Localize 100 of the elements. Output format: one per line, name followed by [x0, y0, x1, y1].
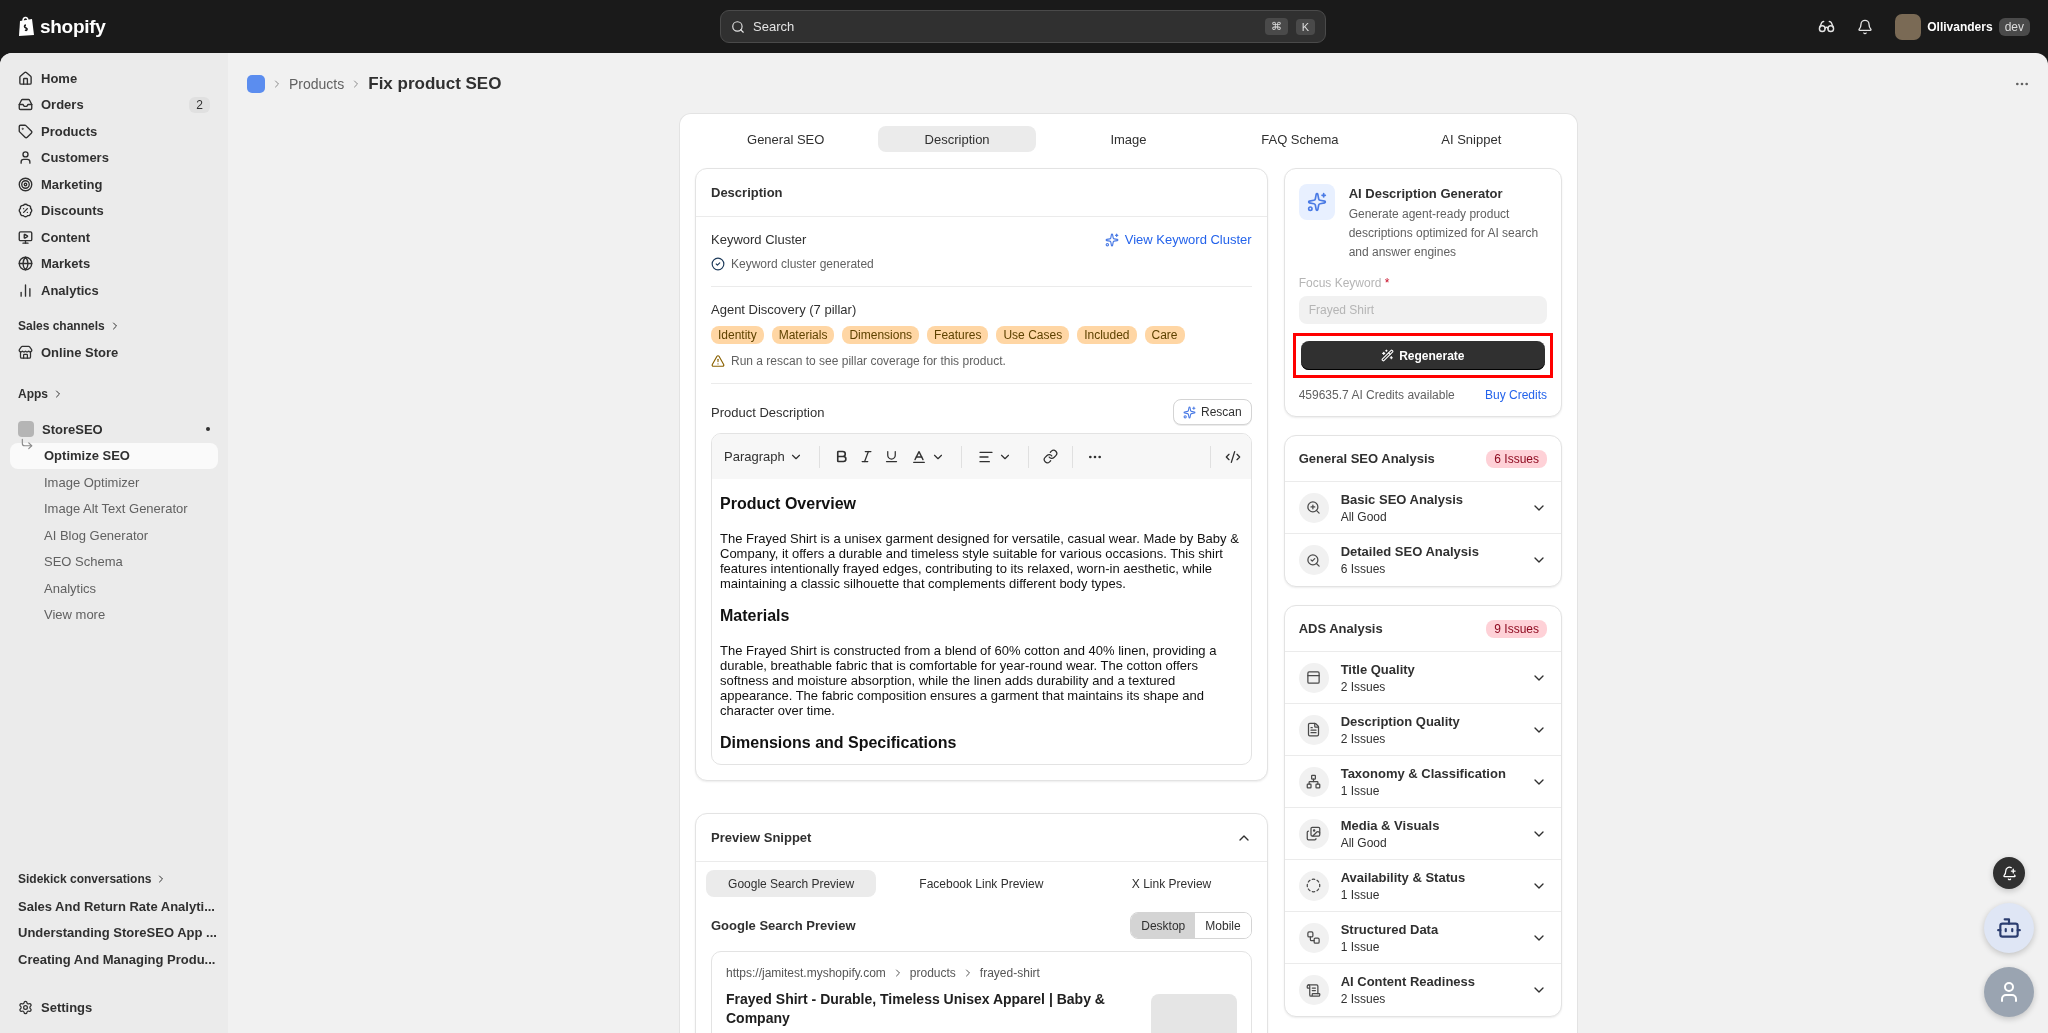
url-text: frayed-shirt — [979, 966, 1040, 980]
analysis-row[interactable]: AI Content Readiness 2 Issues — [1284, 964, 1561, 1016]
section-label: Keyword Cluster — [711, 232, 807, 247]
notification-button[interactable] — [1993, 857, 2025, 889]
tab[interactable]: Image — [1049, 126, 1208, 152]
analysis-status: 2 Issues — [1340, 679, 1387, 694]
analysis-status: 2 Issues — [1340, 731, 1387, 746]
analysis-icon — [1298, 870, 1329, 901]
buy-credits-link[interactable]: Buy Credits — [1484, 388, 1547, 402]
nav-icon — [18, 203, 33, 219]
shortcut-key: ⌘ — [1264, 18, 1288, 35]
analysis-title: AI Content Readiness — [1340, 974, 1476, 989]
analysis-row[interactable]: Taxonomy & Classification 1 Issue — [1284, 756, 1561, 808]
conversation-item[interactable]: Understanding StoreSEO App ... — [10, 919, 218, 946]
sidebar-item[interactable]: Home — [10, 65, 218, 92]
sidebar-subitem[interactable]: Image Optimizer — [10, 469, 218, 496]
credits-text: 459635.7 AI Credits available — [1298, 388, 1455, 402]
sidebar-subitem[interactable]: View more — [10, 601, 218, 628]
sidebar-item[interactable]: StoreSEO — [10, 416, 218, 443]
card-title: Preview Snippet — [711, 830, 812, 845]
preview-tab[interactable]: Facebook Link Preview — [896, 870, 1067, 897]
link-icon[interactable] — [1042, 449, 1058, 464]
pillar-tag: Identity — [711, 326, 764, 344]
analysis-status: 1 Issue — [1340, 783, 1381, 798]
store-avatar[interactable] — [1895, 13, 1922, 40]
section-heading[interactable]: Sales channels — [10, 311, 218, 340]
format-dropdown[interactable]: Paragraph — [722, 443, 805, 470]
italic-icon[interactable] — [858, 449, 874, 464]
section-label: Agent Discovery (7 pillar) — [711, 302, 857, 317]
content-heading: Materials — [720, 607, 791, 625]
content-heading: Dimensions and Specifications — [720, 734, 958, 752]
issues-badge: 9 Issues — [1486, 619, 1547, 638]
analysis-row[interactable]: Detailed SEO Analysis 6 Issues — [1284, 534, 1561, 586]
pillar-tag: Features — [927, 326, 989, 344]
code-icon[interactable] — [1224, 448, 1241, 465]
sidebar-item[interactable]: Marketing — [10, 171, 218, 198]
breadcrumb-link[interactable]: Products — [289, 76, 345, 92]
warning-text: Run a rescan to see pillar coverage for this product. — [731, 354, 1006, 368]
nav-icon — [18, 150, 33, 166]
regenerate-button[interactable]: Regenerate — [1300, 341, 1545, 370]
analysis-title: Basic SEO Analysis — [1340, 491, 1464, 507]
sidebar-subitem[interactable]: SEO Schema — [10, 548, 218, 575]
status-text: Keyword cluster generated — [731, 257, 874, 271]
analysis-row[interactable]: Media & Visuals All Good — [1284, 808, 1561, 860]
tab[interactable]: Description — [878, 126, 1036, 152]
pillar-tag: Care — [1144, 326, 1185, 344]
sidebar-item[interactable]: Markets — [10, 250, 218, 277]
nav-icon — [18, 97, 33, 113]
notifications-icon[interactable] — [1857, 18, 1874, 35]
pillar-tag: Dimensions — [842, 326, 920, 344]
sidebar-item[interactable]: Online Store — [10, 339, 218, 366]
section-heading[interactable]: Apps — [10, 380, 218, 408]
tab[interactable]: FAQ Schema — [1221, 126, 1379, 152]
preview-tab[interactable]: X Link Preview — [1086, 870, 1257, 897]
preview-tab[interactable]: Google Search Preview — [706, 870, 877, 897]
field-label: Focus Keyword * — [1297, 275, 1391, 292]
result-title: Frayed Shirt - Durable, Timeless Unisex Apparel | Baby & Company — [726, 990, 1106, 1028]
tab[interactable]: AI Snippet — [1392, 126, 1550, 152]
section-heading[interactable]: Sidekick conversations — [10, 865, 218, 893]
page-title: Fix product SEO — [368, 74, 502, 94]
section-label: Product Description — [711, 404, 825, 420]
sidebar-subitem[interactable]: AI Blog Generator — [10, 522, 218, 549]
nav-icon — [18, 282, 33, 298]
analysis-row[interactable]: Availability & Status 1 Issue — [1284, 860, 1561, 912]
rich-text-editor[interactable] — [711, 433, 1252, 765]
conversation-item[interactable]: Sales And Return Rate Analyti... — [10, 893, 218, 920]
tab[interactable]: General SEO — [707, 126, 865, 152]
sidebar-item[interactable]: Analytics — [10, 277, 218, 304]
sidebar-item[interactable]: Orders 2 — [10, 91, 218, 118]
sidebar-item[interactable]: Content — [10, 224, 218, 251]
issues-badge: 6 Issues — [1486, 449, 1547, 468]
analysis-title: Taxonomy & Classification — [1340, 765, 1507, 781]
warning-icon — [711, 354, 725, 368]
sidebar-item[interactable]: Customers — [10, 144, 218, 171]
sidebar-subitem[interactable]: Image Alt Text Generator — [10, 495, 218, 522]
nav-icon — [18, 176, 33, 192]
sidebar-item[interactable]: Discounts — [10, 197, 218, 224]
analysis-icon — [1298, 545, 1329, 575]
conversation-item[interactable]: Creating And Managing Produ... — [10, 946, 218, 973]
url-text: products — [909, 966, 956, 980]
search-field[interactable]: Search ⌘ K — [720, 10, 1326, 43]
analysis-row[interactable]: Basic SEO Analysis All Good — [1284, 482, 1561, 534]
view-keyword-cluster-link[interactable]: View Keyword Cluster — [1104, 232, 1252, 247]
card-title: Description — [711, 185, 783, 200]
card-title: ADS Analysis — [1298, 621, 1383, 636]
analysis-row[interactable]: Description Quality 2 Issues — [1284, 704, 1561, 756]
store-name[interactable]: Ollivanders — [1927, 19, 1993, 34]
sidebar-item[interactable]: Products — [10, 118, 218, 145]
analysis-icon — [1298, 975, 1329, 1005]
device-toggle[interactable]: Desktop — [1131, 913, 1196, 938]
shopify-bag-icon — [18, 16, 36, 37]
sidebar-subitem[interactable]: Analytics — [10, 575, 218, 602]
analysis-row[interactable]: Structured Data 1 Issue — [1284, 912, 1561, 964]
sidebar-item[interactable]: Settings — [10, 994, 218, 1021]
analysis-row[interactable]: Title Quality 2 Issues — [1284, 652, 1561, 704]
rescan-button[interactable]: Rescan — [1172, 399, 1252, 425]
underline-icon[interactable] — [883, 449, 899, 464]
nav-icon — [18, 256, 33, 272]
chatbot-button[interactable] — [1984, 903, 2034, 953]
branch-icon — [20, 436, 34, 451]
